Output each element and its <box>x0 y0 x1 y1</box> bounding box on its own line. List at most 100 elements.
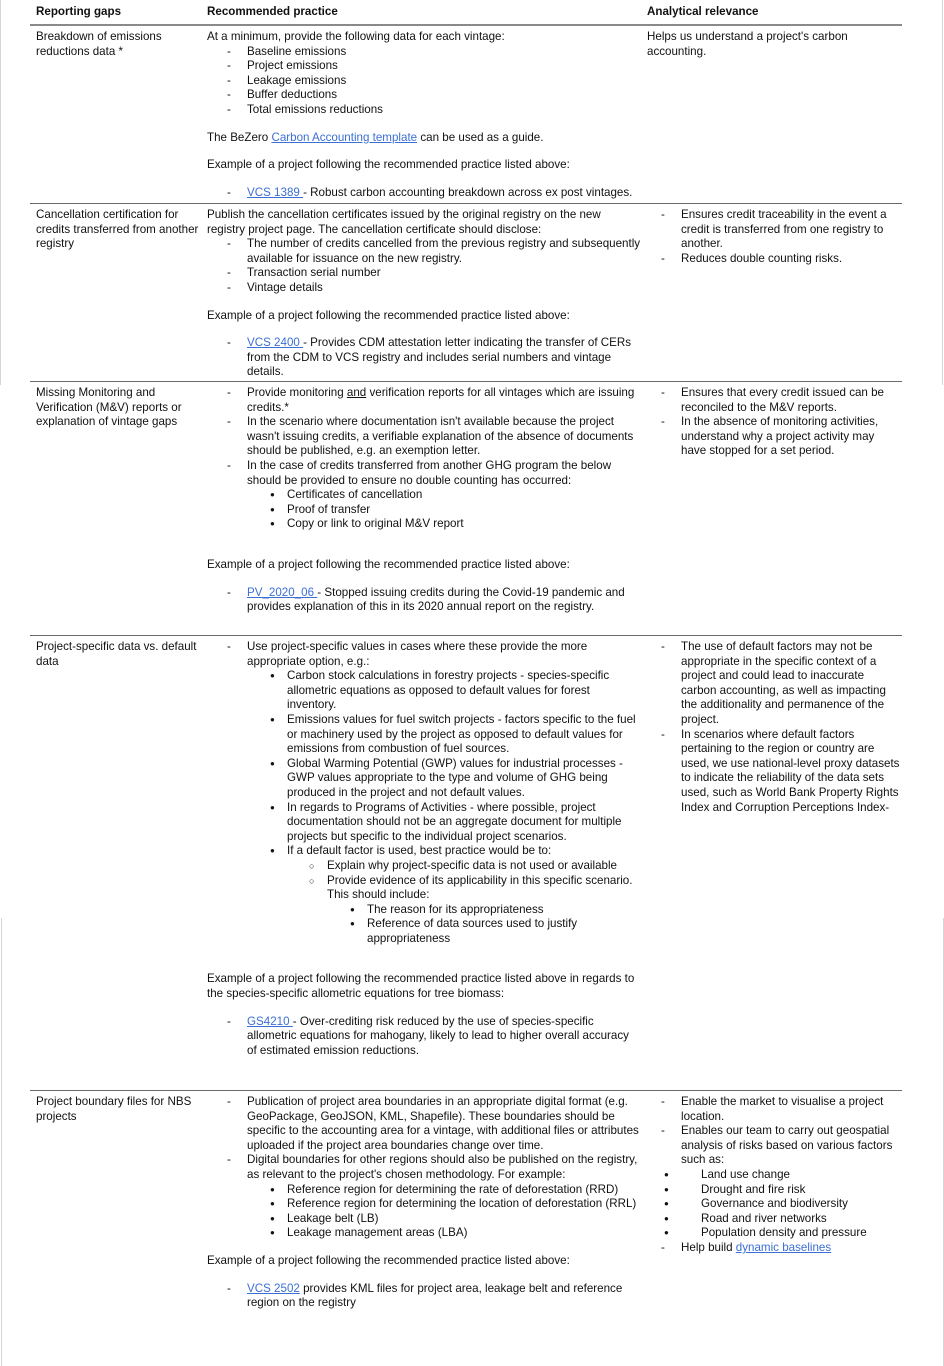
list-item: Reference region for determining the loc… <box>247 1197 641 1212</box>
relevance-cell: The use of default factors may not be ap… <box>641 640 902 1058</box>
list-item: Ensures credit traceability in the event… <box>641 208 902 252</box>
factor-list: Land use change Drought and fire risk Go… <box>661 1168 902 1241</box>
vcs-2502-link[interactable]: VCS 2502 <box>247 1282 300 1295</box>
list-item: Help build dynamic baselines <box>641 1241 902 1256</box>
carbon-accounting-template-link[interactable]: Carbon Accounting template <box>271 131 417 144</box>
list-item: Leakage belt (LB) <box>247 1212 641 1227</box>
example-text: - Robust carbon accounting breakdown acr… <box>303 185 633 199</box>
list-item: Publication of project area boundaries i… <box>207 1095 641 1153</box>
example-intro: Example of a project following the recom… <box>207 557 570 571</box>
data-list: Baseline emissions Project emissions Lea… <box>207 45 641 118</box>
page-edge-right <box>942 0 943 385</box>
list-item: Road and river networks <box>661 1212 902 1227</box>
example-item: GS4210 - Over-crediting risk reduced by … <box>207 1015 641 1059</box>
list-item: Global Warming Potential (GWP) values fo… <box>247 757 641 801</box>
relevance-cell: Helps us understand a project's carbon a… <box>647 30 848 58</box>
sub-list: Reference region for determining the rat… <box>247 1183 641 1241</box>
header-recommended-practice: Recommended practice <box>207 5 338 19</box>
list-item: Leakage management areas (LBA) <box>247 1226 641 1241</box>
item-text: If a default factor is used, best practi… <box>287 844 552 858</box>
disclosure-list: The number of credits cancelled from the… <box>207 237 641 295</box>
header-analytical-relevance: Analytical relevance <box>647 5 759 19</box>
example-item: VCS 2502 provides KML files for project … <box>207 1282 641 1311</box>
example-intro: Example of a project following the recom… <box>207 1253 570 1267</box>
list-item: In the case of credits transferred from … <box>207 459 641 532</box>
list-item: Copy or link to original M&V report <box>247 517 641 532</box>
list-item: In regards to Programs of Activities - w… <box>247 801 641 845</box>
vcs-1389-link[interactable]: VCS 1389 <box>247 186 303 199</box>
guide-text: The BeZero Carbon Accounting template ca… <box>207 131 641 146</box>
list-item: Population density and pressure <box>661 1226 902 1241</box>
sub-sub-list: Explain why project-specific data is not… <box>287 859 641 947</box>
gs4210-link[interactable]: GS4210 <box>247 1015 293 1028</box>
relevance-cell: Ensures that every credit issued can be … <box>641 386 902 615</box>
practice-cell: Provide monitoring and verification repo… <box>201 386 641 615</box>
relevance-list: Enable the market to visualise a project… <box>641 1095 902 1256</box>
dynamic-baselines-link[interactable]: dynamic baselines <box>736 1241 831 1254</box>
practice-intro: At a minimum, provide the following data… <box>207 30 505 43</box>
practice-intro: Publish the cancellation certificates is… <box>207 208 601 236</box>
example-list: GS4210 - Over-crediting risk reduced by … <box>207 1015 641 1059</box>
list-item: Explain why project-specific data is not… <box>287 859 641 874</box>
list-item: Certificates of cancellation <box>247 488 641 503</box>
gap-cell: Cancellation certification for credits t… <box>36 208 199 251</box>
pv-2020-06-link[interactable]: PV_2020_06 <box>247 586 317 599</box>
relevance-cell: Enable the market to visualise a project… <box>641 1095 902 1311</box>
table-row: Breakdown of emissions reductions data *… <box>30 26 902 200</box>
list-item: Buffer deductions <box>207 88 641 103</box>
list-item: In the scenario where documentation isn'… <box>207 415 641 459</box>
list-item: Project emissions <box>207 59 641 74</box>
list-item: Transaction serial number <box>207 266 641 281</box>
practice-list: Publication of project area boundaries i… <box>207 1095 641 1241</box>
practice-list: Provide monitoring and verification repo… <box>207 386 641 532</box>
example-text: - Provides CDM attestation letter indica… <box>247 336 632 379</box>
sub-list: Certificates of cancellation Proof of tr… <box>247 488 641 532</box>
table-header: Reporting gaps Recommended practice Anal… <box>30 0 902 26</box>
list-item: Use project-specific values in cases whe… <box>207 640 641 946</box>
example-intro: Example of a project following the recom… <box>207 308 570 322</box>
gap-cell: Project boundary files for NBS projects <box>36 1095 192 1123</box>
relevance-list: Ensures that every credit issued can be … <box>641 386 902 459</box>
list-item: Leakage emissions <box>207 74 641 89</box>
example-list: VCS 2502 provides KML files for project … <box>207 1282 641 1311</box>
example-item: VCS 2400 - Provides CDM attestation lett… <box>207 336 641 380</box>
list-item: In scenarios where default factors perta… <box>641 728 902 816</box>
list-item: The use of default factors may not be ap… <box>641 640 902 728</box>
gap-cell: Breakdown of emissions reductions data * <box>36 30 162 58</box>
list-item: Enables our team to carry out geospatial… <box>641 1124 902 1241</box>
table-row: Project boundary files for NBS projects … <box>30 1090 902 1311</box>
relevance-cell: Ensures credit traceability in the event… <box>641 208 902 380</box>
list-item: Total emissions reductions <box>207 103 641 118</box>
list-item: The number of credits cancelled from the… <box>207 237 641 266</box>
list-item: If a default factor is used, best practi… <box>247 844 641 946</box>
guide-suffix: can be used as a guide. <box>417 130 544 144</box>
table-row: Cancellation certification for credits t… <box>30 203 902 380</box>
list-item: Emissions values for fuel switch project… <box>247 713 641 757</box>
underlined-word: and <box>346 386 367 399</box>
list-item: Land use change <box>661 1168 902 1183</box>
gap-cell: Project-specific data vs. default data <box>36 640 197 668</box>
item-text: Use project-specific values in cases whe… <box>247 640 588 668</box>
reporting-gaps-table: Reporting gaps Recommended practice Anal… <box>30 0 902 1309</box>
vcs-2400-link[interactable]: VCS 2400 <box>247 336 303 349</box>
sub-list: Carbon stock calculations in forestry pr… <box>247 669 641 946</box>
sub-sub-sub-list: The reason for its appropriateness Refer… <box>327 903 641 947</box>
header-reporting-gaps: Reporting gaps <box>36 5 122 19</box>
page-edge-left <box>1 918 2 1366</box>
list-item: Vintage details <box>207 281 641 296</box>
list-item: Drought and fire risk <box>661 1183 902 1198</box>
table-row: Missing Monitoring and Verification (M&V… <box>30 381 902 615</box>
example-text: - Over-crediting risk reduced by the use… <box>247 1014 629 1057</box>
list-item: Ensures that every credit issued can be … <box>641 386 902 415</box>
practice-cell: At a minimum, provide the following data… <box>201 30 641 200</box>
practice-list: Use project-specific values in cases whe… <box>207 640 641 946</box>
list-item: Digital boundaries for other regions sho… <box>207 1153 641 1241</box>
list-item: Governance and biodiversity <box>661 1197 902 1212</box>
list-item: Carbon stock calculations in forestry pr… <box>247 669 641 713</box>
example-intro: Example of a project following the recom… <box>207 158 570 172</box>
item-text: In the case of credits transferred from … <box>247 458 612 487</box>
practice-cell: Publish the cancellation certificates is… <box>201 208 641 380</box>
item-text: Provide evidence of its applicability in… <box>327 873 633 902</box>
table-row: Project-specific data vs. default data U… <box>30 635 902 1058</box>
list-item: Enable the market to visualise a project… <box>641 1095 902 1124</box>
